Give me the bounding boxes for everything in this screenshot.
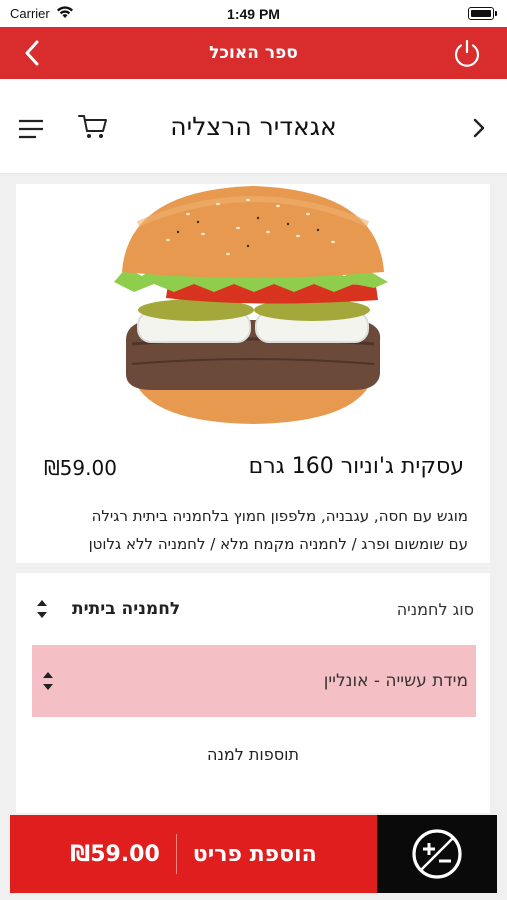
restaurant-header: אגאדיר הרצליה bbox=[0, 79, 507, 174]
burger-image bbox=[108, 184, 398, 429]
bun-type-label: סוג לחמניה bbox=[396, 599, 474, 619]
sort-updown-icon[interactable] bbox=[36, 598, 48, 620]
battery-icon bbox=[468, 7, 497, 20]
add-item-button[interactable]: ₪59.00 הוספת פריט bbox=[10, 815, 377, 893]
add-button-label: הוספת פריט bbox=[192, 841, 317, 867]
item-description-line: מוגש עם חסה, עגבניה, מלפפון חמוץ בלחמניה… bbox=[91, 507, 468, 525]
product-card: עסקית ג'וניור 160 גרם ₪59.00 מוגש עם חסה… bbox=[16, 184, 490, 563]
item-description: מוגש עם חסה, עגבניה, מלפפון חמוץ בלחמניה… bbox=[28, 502, 468, 558]
chevron-right-icon[interactable] bbox=[471, 117, 487, 139]
menu-icon[interactable] bbox=[18, 119, 44, 139]
bun-type-select[interactable]: לחמניה ביתית סוג לחמניה bbox=[16, 573, 490, 645]
status-bar: Carrier 1:49 PM bbox=[0, 0, 507, 27]
power-icon[interactable] bbox=[451, 37, 483, 69]
item-options: לחמניה ביתית סוג לחמניה מידת עשייה - אונ… bbox=[16, 573, 490, 813]
status-time: 1:49 PM bbox=[227, 5, 280, 22]
sort-updown-icon[interactable] bbox=[42, 670, 54, 692]
add-button-price: ₪59.00 bbox=[70, 841, 160, 867]
back-chevron-icon[interactable] bbox=[18, 39, 46, 67]
button-divider bbox=[175, 834, 177, 874]
bottom-action-bar: ₪59.00 הוספת פריט bbox=[10, 815, 497, 893]
top-navigation-bar: ספר האוכל bbox=[0, 27, 507, 79]
doneness-label: מידת עשייה - אונליין bbox=[323, 671, 468, 691]
doneness-select[interactable]: מידת עשייה - אונליין bbox=[32, 645, 476, 717]
item-price: ₪59.00 bbox=[44, 456, 117, 480]
restaurant-name: אגאדיר הרצליה bbox=[170, 111, 337, 141]
item-name: עסקית ג'וניור 160 גרם bbox=[248, 454, 464, 479]
extras-section[interactable]: תוספות למנה bbox=[16, 718, 490, 790]
plus-minus-icon[interactable] bbox=[377, 815, 497, 893]
bun-type-value: לחמניה ביתית bbox=[72, 599, 181, 619]
item-description-line: עם שומשום ופרג / לחמניה מקמח מלא / לחמני… bbox=[88, 535, 468, 553]
extras-label: תוספות למנה bbox=[206, 744, 300, 764]
top-bar-title: ספר האוכל bbox=[209, 43, 298, 63]
cart-icon[interactable] bbox=[78, 114, 108, 140]
